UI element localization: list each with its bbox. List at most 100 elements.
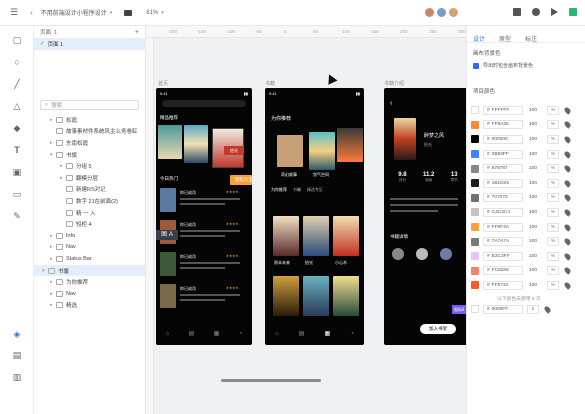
color-row[interactable]: # 1B1D26 100% [467, 176, 585, 191]
color-hex-field[interactable]: # E2C3FF [483, 251, 523, 261]
color-hex-field[interactable]: # FC8266 [483, 266, 523, 276]
pin-icon[interactable] [563, 106, 572, 115]
color-hex-field[interactable]: # 3B83FF [483, 149, 523, 159]
export-bg-checkbox[interactable] [473, 62, 479, 69]
book-icon[interactable]: ▦ [214, 330, 220, 337]
color-row[interactable]: # C4C4C4 100% [467, 205, 585, 220]
pin-icon[interactable] [563, 149, 572, 159]
color-opacity[interactable]: 100 [529, 210, 543, 215]
pin-icon[interactable] [563, 266, 572, 276]
layer-row[interactable]: ▸ Info [34, 230, 145, 242]
opacity-field[interactable]: % [547, 266, 559, 276]
tab-annotate[interactable]: 标注 [525, 34, 537, 43]
phone-frame-book-detail[interactable]: ‹ 醉梦之风 拾光 9.8 评分 11.2 阅读 13 章节 书籍详情 图标Ⅱ 加入书… [384, 88, 466, 345]
back-icon[interactable]: ‹ [30, 8, 33, 17]
pin-icon[interactable] [563, 208, 572, 217]
comment-icon[interactable] [124, 9, 133, 16]
opacity-field[interactable]: % [547, 207, 559, 217]
color-opacity[interactable]: 100 [529, 122, 543, 127]
color-row[interactable]: # 878787 100% [467, 161, 585, 176]
color-opacity[interactable]: 100 [529, 268, 543, 273]
opacity-field[interactable]: % [547, 164, 559, 174]
color-opacity[interactable]: 100 [529, 152, 543, 157]
ellipse-tool-icon[interactable]: ○ [12, 57, 22, 67]
color-hex-field[interactable]: # 1B1D26 [483, 178, 523, 188]
phone-frame-books[interactable]: 9:41 ▮▮ 为你推荐 奇幻故事 剑气空间 为你推荐 书馨 精选专区 原本未来 … [265, 88, 364, 345]
file-title[interactable]: 不用前端设计小程序设计 [41, 8, 107, 17]
opacity-field[interactable]: % [547, 222, 559, 232]
color-row[interactable]: # FFFFFF 100% [467, 103, 585, 118]
fill-tool-icon[interactable]: ◆ [12, 123, 22, 133]
color-hex-field[interactable]: # FF5733 [483, 280, 523, 290]
color-swatch[interactable] [471, 120, 479, 129]
user-icon[interactable]: ◔ [239, 331, 243, 337]
color-swatch[interactable] [471, 237, 479, 246]
color-opacity[interactable]: 5 [527, 304, 539, 314]
color-hex-field[interactable]: # C4C4C4 [483, 207, 523, 217]
layer-row[interactable]: ▸ 东南松霞 [34, 137, 145, 149]
color-hex-field[interactable]: # 000000 [483, 134, 523, 144]
layer-row[interactable]: ▸ 翻模分层 [34, 172, 145, 184]
opacity-field[interactable]: % [547, 120, 559, 130]
color-opacity[interactable]: 100 [529, 195, 543, 200]
color-opacity[interactable]: 100 [529, 283, 543, 288]
color-opacity[interactable]: 100 [529, 108, 543, 113]
color-swatch[interactable] [471, 106, 479, 115]
share-icon[interactable] [569, 8, 577, 16]
color-row[interactable]: # 707070 100% [467, 191, 585, 206]
color-swatch[interactable] [471, 223, 479, 232]
add-to-shelf-button[interactable]: 加入书架 [420, 324, 456, 334]
opacity-field[interactable]: % [547, 149, 559, 159]
user-icon[interactable] [532, 8, 540, 16]
color-hex-field[interactable]: # FF8A35 [483, 120, 523, 130]
opacity-field[interactable]: % [547, 237, 559, 247]
frame-label[interactable]: 书籍 [265, 80, 275, 87]
home-icon[interactable]: ⌂ [275, 331, 279, 337]
color-opacity[interactable]: 100 [529, 225, 543, 230]
opacity-field[interactable]: % [547, 193, 559, 203]
color-row[interactable]: # FF5733 100% [467, 278, 585, 293]
color-hex-field[interactable]: # 707070 [483, 193, 523, 203]
purple-badge[interactable]: 图标Ⅱ [452, 305, 466, 314]
color-row[interactable]: # FC8266 100% [467, 264, 585, 279]
layer-row[interactable]: ▸ 为你推荐 [34, 276, 145, 288]
book-icon[interactable]: ▦ [325, 330, 331, 337]
layers-icon[interactable]: ▤ [12, 350, 22, 360]
color-swatch[interactable] [471, 164, 479, 173]
frame-select-icon[interactable]: ▭ [12, 189, 22, 199]
layer-search-input[interactable]: ⌕ 搜索 [40, 100, 139, 110]
horizontal-scrollbar[interactable] [221, 379, 321, 382]
tab[interactable]: 精选专区 [307, 187, 323, 193]
opacity-field[interactable]: % [547, 280, 559, 290]
chevron-down-icon[interactable]: ▾ [161, 10, 164, 16]
opacity-field[interactable]: % [547, 134, 559, 144]
layer-row[interactable]: 短柜 4 [34, 218, 145, 230]
opacity-field[interactable]: % [547, 178, 559, 188]
layer-row[interactable]: ▸ 分组 5 [34, 160, 145, 172]
pin-icon[interactable] [563, 237, 572, 246]
layer-row[interactable]: ▸ Nav [34, 288, 145, 300]
pin-icon[interactable] [563, 222, 572, 232]
user-icon[interactable]: ◔ [350, 331, 354, 337]
pin-icon[interactable] [563, 193, 572, 203]
page-item-selected[interactable]: ✓ 页面 1 [34, 38, 145, 50]
color-hex-field[interactable]: # FF9F3A [483, 222, 523, 232]
color-opacity[interactable]: 100 [529, 181, 543, 186]
pin-icon[interactable] [563, 251, 572, 261]
layer-row[interactable]: ▸ Nav [34, 242, 145, 254]
color-swatch[interactable] [471, 193, 479, 202]
pin-icon[interactable] [543, 304, 552, 314]
tab-design[interactable]: 设计 [473, 34, 485, 43]
color-swatch[interactable] [471, 208, 479, 217]
shelf-icon[interactable]: ▤ [299, 330, 305, 337]
color-swatch[interactable] [471, 135, 479, 144]
component-icon[interactable]: ◈ [12, 329, 22, 339]
layer-row[interactable]: ▾ 书旗 [34, 149, 145, 161]
color-swatch[interactable] [471, 305, 479, 314]
frame-label[interactable]: 书籍介绍 [384, 80, 404, 87]
tab[interactable]: 书馨 [293, 187, 301, 193]
color-opacity[interactable]: 100 [529, 166, 543, 171]
color-opacity[interactable]: 100 [529, 254, 543, 259]
color-row[interactable]: # 0000FF 5 [467, 302, 585, 317]
text-tool-icon[interactable]: T [12, 145, 22, 155]
